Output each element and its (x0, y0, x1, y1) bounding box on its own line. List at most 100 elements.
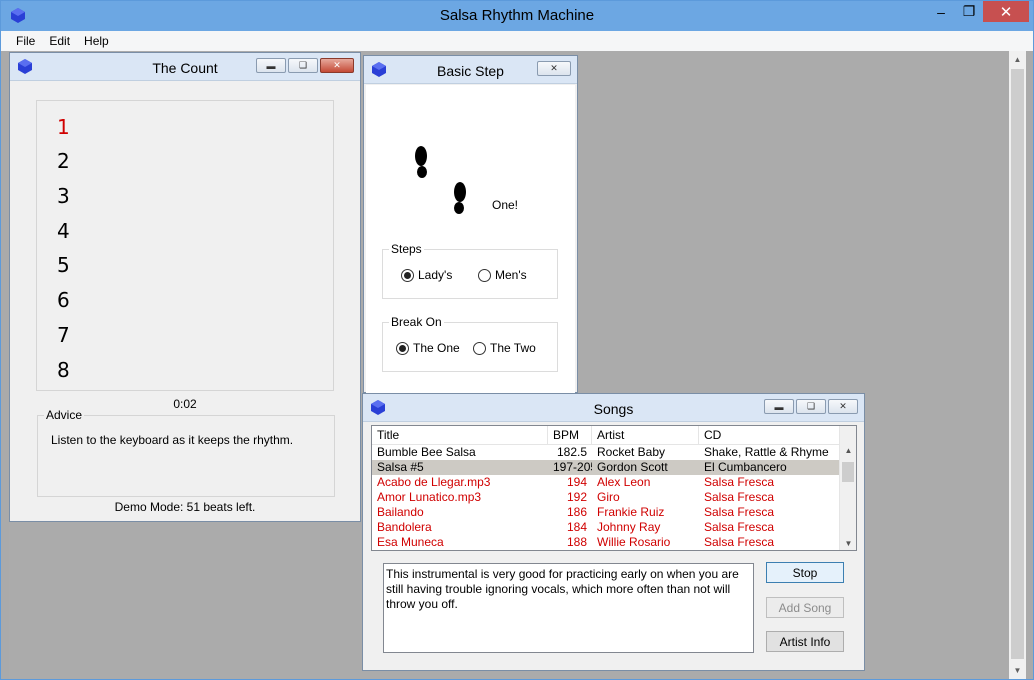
song-row[interactable]: Bailando 186 Frankie Ruiz Salsa Fresca (372, 505, 856, 520)
radio-the-two[interactable]: The Two (473, 341, 536, 355)
songs-restore-button[interactable]: ❑ (796, 399, 826, 414)
songs-window-controls: ▬ ❑ ✕ (764, 399, 858, 414)
step-count-label: One! (492, 198, 519, 212)
list-scroll-thumb[interactable] (842, 462, 854, 482)
menu-bar: File Edit Help (1, 31, 1033, 51)
song-row-selected[interactable]: Salsa #5 197-205 Gordon Scott El Cumbanc… (372, 460, 856, 475)
song-title: Esa Muneca (377, 535, 444, 549)
demo-mode-status: Demo Mode: 51 beats left. (114, 500, 256, 514)
song-artist: Frankie Ruiz (597, 505, 665, 519)
radio-mens-label: Men's (495, 268, 527, 282)
advice-text: Listen to the keyboard as it keeps the r… (51, 433, 294, 447)
count-window-controls: ▬ ❑ ✕ (256, 58, 354, 73)
song-row[interactable]: Bandolera 184 Johnny Ray Salsa Fresca (372, 520, 856, 535)
song-bpm: 184 (566, 520, 587, 534)
radio-the-one[interactable]: The One (396, 341, 460, 355)
add-song-button[interactable]: Add Song (766, 597, 844, 618)
song-bpm: 192 (566, 490, 587, 504)
song-cd: Salsa Fresca (704, 505, 775, 519)
song-cd: Salsa Fresca (704, 490, 775, 504)
steps-group-label: Steps (389, 242, 424, 256)
song-row[interactable]: Amor Lunatico.mp3 192 Giro Salsa Fresca (372, 490, 856, 505)
footprint-left-icon (415, 146, 427, 178)
count-number-3: 3 (57, 184, 70, 208)
radio-mens[interactable]: Men's (478, 268, 527, 282)
songs-list-scrollbar[interactable]: ▲ ▼ (839, 426, 856, 550)
scroll-up-arrow-icon[interactable]: ▲ (1009, 51, 1026, 68)
footprint-right-icon (454, 182, 466, 214)
mdi-vertical-scrollbar[interactable]: ▲ ▼ (1009, 51, 1026, 679)
list-scroll-down-arrow-icon[interactable]: ▼ (840, 539, 856, 548)
song-title: Amor Lunatico.mp3 (377, 490, 482, 504)
column-header-title[interactable]: Title (372, 426, 548, 444)
app-title: Salsa Rhythm Machine (439, 7, 595, 24)
song-artist: Willie Rosario (597, 535, 671, 549)
radio-ladys[interactable]: Lady's (401, 268, 452, 282)
advice-label: Advice (44, 408, 85, 422)
stop-button[interactable]: Stop (766, 562, 844, 583)
song-row[interactable]: Bumble Bee Salsa 182.5 Rocket Baby Shake… (372, 445, 856, 460)
artist-info-button[interactable]: Artist Info (766, 631, 844, 652)
song-row[interactable]: Acabo de Llegar.mp3 194 Alex Leon Salsa … (372, 475, 856, 490)
count-restore-button[interactable]: ❑ (288, 58, 318, 73)
count-number-4: 4 (57, 219, 70, 243)
count-number-1: 1 (57, 115, 70, 139)
songs-list[interactable]: Title BPM Artist CD Bumble Bee Salsa 182… (371, 425, 857, 551)
count-number-8: 8 (57, 358, 70, 382)
list-scroll-up-arrow-icon[interactable]: ▲ (840, 446, 856, 455)
column-header-artist[interactable]: Artist (592, 426, 699, 444)
advice-group: Advice Listen to the keyboard as it keep… (37, 408, 335, 497)
songs-window-titlebar[interactable]: Songs ▬ ❑ ✕ (363, 394, 864, 422)
song-row[interactable]: Esa Muneca 188 Willie Rosario Salsa Fres… (372, 535, 856, 550)
count-minimize-button[interactable]: ▬ (256, 58, 286, 73)
app-window: Salsa Rhythm Machine – ❐ ✕ File Edit Hel… (0, 0, 1034, 680)
menu-help[interactable]: Help (77, 31, 116, 51)
song-artist: Giro (597, 490, 620, 504)
step-close-button[interactable]: ✕ (537, 61, 571, 76)
song-cd: El Cumbancero (704, 460, 787, 474)
song-title: Bandolera (377, 520, 432, 534)
app-window-controls: – ❐ ✕ (927, 1, 1029, 22)
steps-group: Steps Lady's Men's (382, 242, 558, 299)
radio-ladys-label: Lady's (418, 268, 453, 282)
menu-file[interactable]: File (9, 31, 42, 51)
count-window-titlebar[interactable]: The Count ▬ ❑ ✕ (10, 53, 360, 81)
column-header-bpm[interactable]: BPM (548, 426, 592, 444)
count-number-7: 7 (57, 323, 70, 347)
radio-ladys-indicator[interactable] (401, 268, 414, 282)
count-number-2: 2 (57, 149, 70, 173)
close-button[interactable]: ✕ (983, 1, 1029, 22)
songs-minimize-button[interactable]: ▬ (764, 399, 794, 414)
column-header-cd[interactable]: CD (699, 426, 841, 444)
menu-edit[interactable]: Edit (42, 31, 77, 51)
count-close-button[interactable]: ✕ (320, 58, 354, 73)
songs-close-button[interactable]: ✕ (828, 399, 858, 414)
song-notes-textarea[interactable]: This instrumental is very good for pract… (383, 563, 754, 653)
radio-the-two-indicator[interactable] (473, 341, 486, 355)
songs-list-header: Title BPM Artist CD (372, 426, 856, 445)
minimize-button[interactable]: – (927, 1, 955, 22)
song-artist: Gordon Scott (597, 460, 668, 474)
step-window-controls: ✕ (537, 61, 571, 76)
song-artist: Alex Leon (597, 475, 651, 489)
step-window-titlebar[interactable]: Basic Step ✕ (364, 56, 577, 84)
song-cd: Salsa Fresca (704, 535, 775, 549)
song-artist: Rocket Baby (597, 445, 666, 459)
song-cd: Salsa Fresca (704, 520, 775, 534)
radio-the-one-indicator[interactable] (396, 341, 409, 355)
song-bpm: 197-205 (553, 460, 592, 474)
radio-the-one-label: The One (413, 341, 460, 355)
maximize-button[interactable]: ❐ (955, 1, 983, 22)
scroll-thumb[interactable] (1011, 69, 1024, 659)
count-window: The Count ▬ ❑ ✕ 1 2 3 4 5 6 7 8 0:02 Adv… (9, 52, 361, 522)
scroll-down-arrow-icon[interactable]: ▼ (1009, 662, 1026, 679)
step-diagram-area: One! Steps Lady's Men's Break On The One (366, 85, 575, 395)
song-cd: Shake, Rattle & Rhyme (704, 445, 829, 459)
song-title: Salsa #5 (377, 460, 424, 474)
song-bpm: 194 (566, 475, 587, 489)
song-bpm: 186 (566, 505, 587, 519)
app-titlebar[interactable]: Salsa Rhythm Machine – ❐ ✕ (1, 1, 1033, 31)
songs-window: Songs ▬ ❑ ✕ Title BPM Artist CD Bumble B… (362, 393, 865, 671)
radio-mens-indicator[interactable] (478, 268, 491, 282)
song-cd: Salsa Fresca (704, 475, 775, 489)
